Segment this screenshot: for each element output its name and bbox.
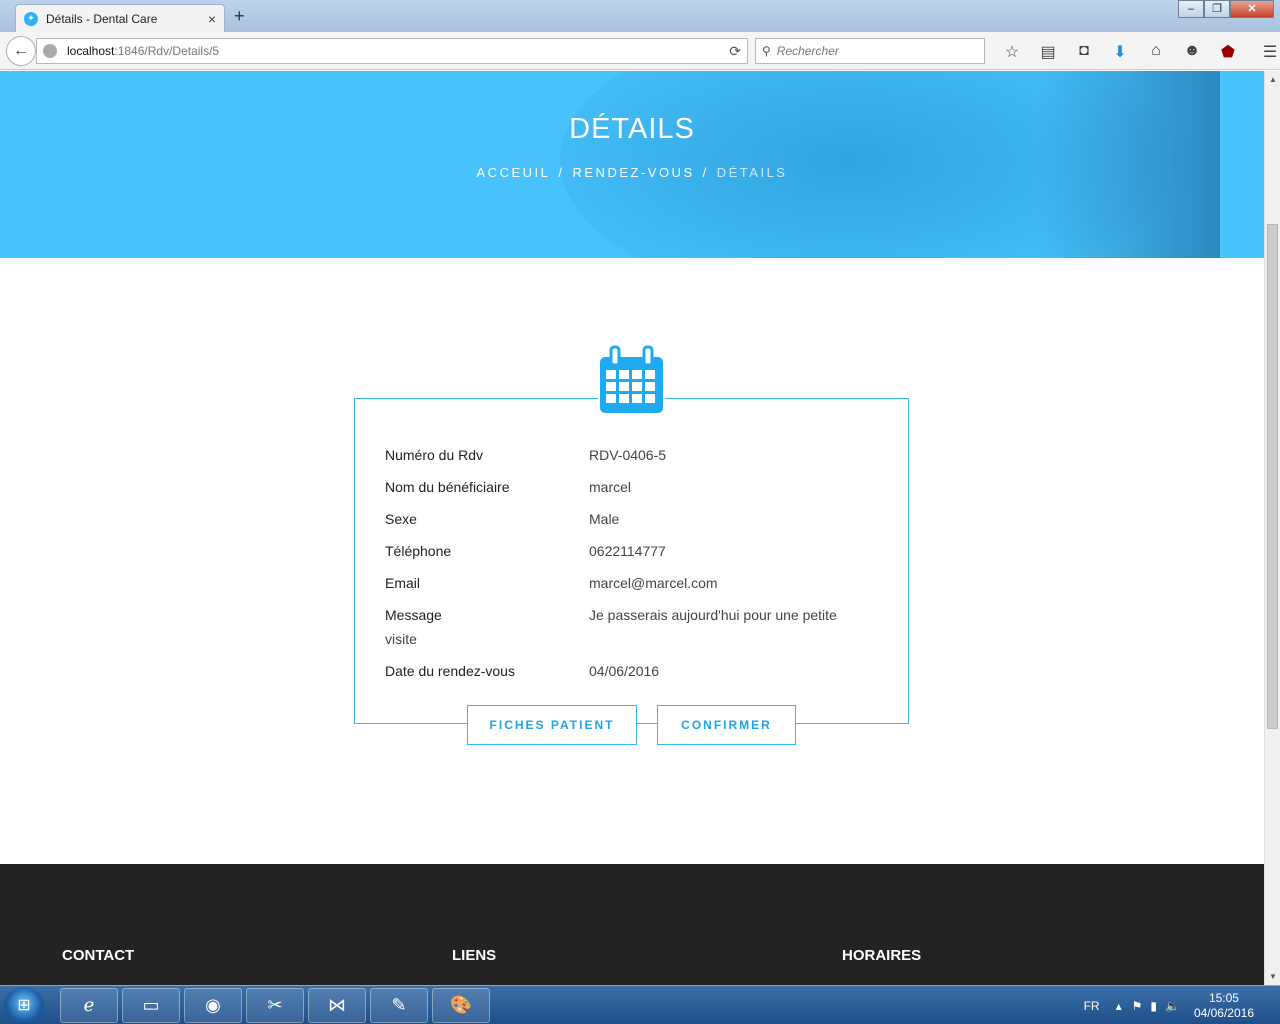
- footer-hours-heading: HORAIRES: [842, 947, 922, 964]
- paint-icon[interactable]: 🎨: [432, 988, 490, 1023]
- download-icon[interactable]: ⬇: [1102, 42, 1138, 62]
- arrow-left-icon: ←: [13, 42, 29, 59]
- breadcrumb-current: DÉTAILS: [716, 165, 788, 180]
- navigation-toolbar: ← localhost:1846/Rdv/Details/5 ⟳ ⚲ Reche…: [0, 32, 1280, 70]
- detail-value: marcel: [589, 479, 632, 495]
- tab-close-button[interactable]: ×: [208, 11, 216, 27]
- detail-label: Téléphone: [385, 543, 452, 559]
- detail-label: Date du rendez-vous: [385, 663, 515, 679]
- detail-value: marcel@marcel.com: [589, 575, 718, 591]
- visual-studio-icon[interactable]: ⋈: [308, 988, 366, 1023]
- page-title: DÉTAILS: [569, 113, 695, 145]
- maximize-button[interactable]: ❐: [1204, 0, 1230, 18]
- page-content: DÉTAILS ACCEUIL / RENDEZ-VOUS / DÉTAILS Numé…: [0, 71, 1264, 985]
- confirm-button[interactable]: CONFIRMER: [657, 705, 796, 745]
- address-bar[interactable]: localhost:1846/Rdv/Details/5 ⟳: [36, 38, 748, 64]
- tools-app-icon[interactable]: ✂: [246, 988, 304, 1023]
- window-titlebar: ✦ Détails - Dental Care × + – ❐ ✕: [0, 0, 1280, 32]
- globe-icon: [43, 44, 57, 58]
- chat-icon[interactable]: ☻: [1174, 42, 1210, 62]
- network-icon[interactable]: ▮: [1150, 999, 1157, 1013]
- hero-banner: DÉTAILS ACCEUIL / RENDEZ-VOUS / DÉTAILS: [0, 71, 1264, 258]
- breadcrumb-separator: /: [558, 165, 565, 180]
- detail-value: 0622114777: [589, 543, 666, 559]
- browser-tools: ☆ ▤ ◘ ⬇ ⌂ ☻ ⬟ ☰: [994, 42, 1280, 62]
- action-center-icon[interactable]: ⚑: [1132, 999, 1143, 1013]
- detail-label: Sexe: [385, 511, 417, 527]
- language-indicator[interactable]: FR: [1084, 999, 1100, 1013]
- clock-date: 04/06/2016: [1193, 1005, 1254, 1020]
- detail-label: Email: [385, 575, 421, 591]
- reload-icon[interactable]: ⟳: [729, 43, 741, 60]
- minimize-button[interactable]: –: [1178, 0, 1204, 18]
- detail-value: Je passerais aujourd'hui pour une petite: [589, 607, 837, 623]
- home-icon[interactable]: ⌂: [1138, 42, 1174, 62]
- windows-taskbar: ⊞ ℯ ▭ ◉ ✂ ⋈ ✎ 🎨 FR ▴ ⚑ ▮ 🔈 15:05 04/06/2…: [0, 985, 1280, 1024]
- breadcrumb: ACCEUIL / RENDEZ-VOUS / DÉTAILS: [0, 165, 1264, 180]
- window-controls: – ❐ ✕: [1178, 0, 1274, 18]
- file-explorer-icon[interactable]: ▭: [122, 988, 180, 1023]
- breadcrumb-appointments[interactable]: RENDEZ-VOUS: [573, 165, 695, 180]
- search-icon: ⚲: [762, 44, 771, 58]
- editor-app-icon[interactable]: ✎: [370, 988, 428, 1023]
- reading-list-icon[interactable]: ▤: [1030, 42, 1066, 62]
- system-tray: FR ▴ ⚑ ▮ 🔈 15:05 04/06/2016: [1084, 986, 1280, 1024]
- firefox-icon[interactable]: ◉: [184, 988, 242, 1023]
- detail-label: Numéro du Rdv: [385, 447, 484, 463]
- detail-value: RDV-0406-5: [589, 447, 667, 463]
- bookmark-star-icon[interactable]: ☆: [994, 42, 1030, 62]
- clock-time: 15:05: [1208, 990, 1239, 1005]
- scroll-up-icon[interactable]: ▲: [1269, 75, 1277, 84]
- show-hidden-icons-icon[interactable]: ▴: [1116, 999, 1122, 1013]
- search-placeholder: Rechercher: [776, 44, 839, 58]
- calendar-icon: [598, 345, 665, 415]
- close-window-button[interactable]: ✕: [1230, 0, 1274, 18]
- browser-tab[interactable]: ✦ Détails - Dental Care ×: [15, 4, 225, 32]
- start-button[interactable]: ⊞: [4, 987, 44, 1023]
- pocket-icon[interactable]: ◘: [1066, 42, 1102, 62]
- breadcrumb-separator: /: [702, 165, 709, 180]
- scroll-down-icon[interactable]: ▼: [1269, 972, 1277, 981]
- detail-value: 04/06/2016: [589, 663, 660, 679]
- footer: CONTACT LIENS HORAIRES: [0, 864, 1264, 985]
- url-path: :1846/Rdv/Details/5: [114, 44, 220, 58]
- internet-explorer-icon[interactable]: ℯ: [60, 988, 118, 1023]
- back-button[interactable]: ←: [6, 36, 36, 66]
- new-tab-button[interactable]: +: [234, 6, 245, 27]
- ublock-icon[interactable]: ⬟: [1210, 42, 1246, 62]
- search-input[interactable]: ⚲ Rechercher: [755, 38, 985, 64]
- breadcrumb-home[interactable]: ACCEUIL: [477, 165, 551, 180]
- clock[interactable]: 15:05 04/06/2016: [1194, 991, 1254, 1021]
- details-card: Numéro du Rdv RDV-0406-5 Nom du bénéfici…: [354, 398, 909, 724]
- volume-icon[interactable]: 🔈: [1165, 999, 1180, 1013]
- tab-title: Détails - Dental Care: [46, 11, 158, 26]
- detail-label: Message: [385, 607, 442, 623]
- footer-contact-heading: CONTACT: [62, 947, 135, 964]
- menu-icon[interactable]: ☰: [1252, 42, 1280, 62]
- tooth-icon: ✦: [24, 11, 38, 26]
- footer-links-heading: LIENS: [452, 947, 497, 964]
- vertical-scrollbar[interactable]: ▲ ▼: [1264, 71, 1280, 985]
- scrollbar-thumb[interactable]: [1267, 224, 1278, 729]
- detail-value-continued: visite: [385, 631, 417, 647]
- patient-files-button[interactable]: FICHES PATIENT: [467, 705, 637, 745]
- url-host: localhost: [67, 44, 115, 58]
- detail-label: Nom du bénéficiaire: [385, 479, 510, 495]
- detail-value: Male: [589, 511, 620, 527]
